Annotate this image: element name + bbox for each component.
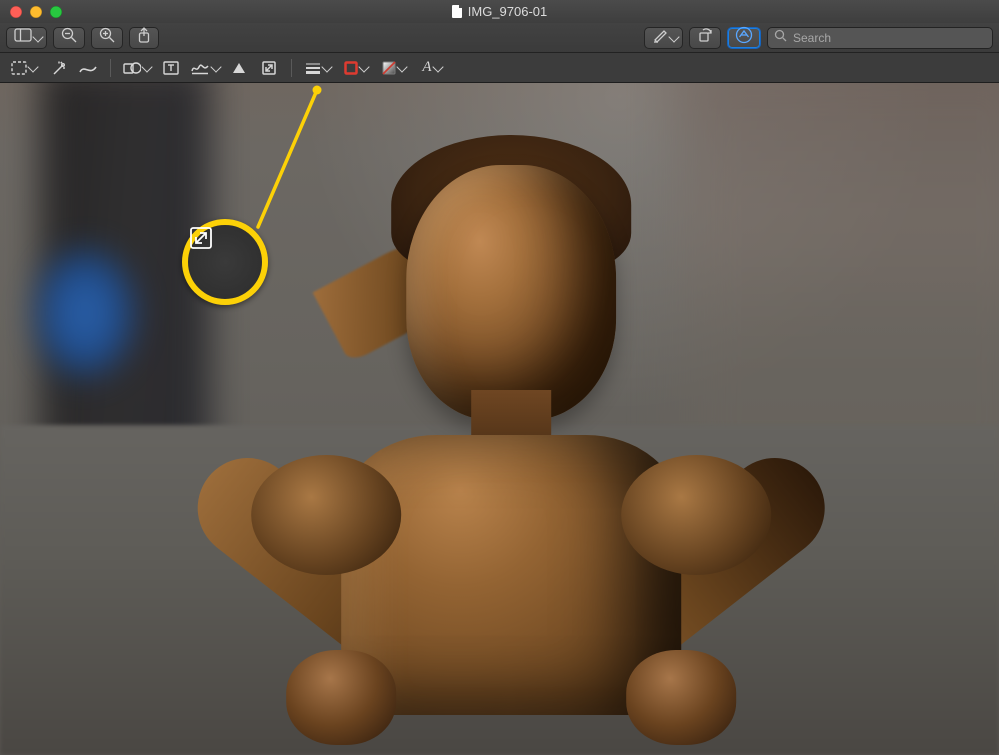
adjust-color-icon xyxy=(231,61,247,75)
search-input[interactable] xyxy=(791,30,986,46)
border-color-icon xyxy=(344,61,358,75)
zoom-out-icon xyxy=(61,27,77,48)
toolbar-separator xyxy=(110,59,111,77)
signature-icon xyxy=(190,61,210,75)
selection-icon xyxy=(11,61,27,75)
toolbar-separator xyxy=(291,59,292,77)
shapes-button[interactable] xyxy=(119,56,155,80)
chevron-down-icon xyxy=(396,61,407,72)
line-style-button[interactable] xyxy=(300,56,336,80)
document-icon xyxy=(452,5,462,18)
share-button[interactable] xyxy=(129,27,159,49)
rotate-button[interactable] xyxy=(689,27,721,49)
adjust-size-button[interactable] xyxy=(255,56,283,80)
chevron-down-icon xyxy=(141,61,152,72)
rotate-icon xyxy=(697,27,713,48)
pencil-icon xyxy=(79,61,97,75)
chevron-down-icon xyxy=(432,61,443,72)
fill-color-button[interactable] xyxy=(376,56,412,80)
line-style-icon xyxy=(305,62,321,74)
search-field[interactable] xyxy=(767,27,993,49)
fill-color-icon xyxy=(382,61,396,75)
sidebar-icon xyxy=(14,28,32,47)
primary-toolbar xyxy=(0,23,999,53)
chevron-down-icon xyxy=(27,61,38,72)
sketch-button[interactable] xyxy=(74,56,102,80)
font-style-icon: A xyxy=(422,59,431,76)
zoom-in-icon xyxy=(99,27,115,48)
adjust-color-button[interactable] xyxy=(225,56,253,80)
share-icon xyxy=(137,27,151,48)
chevron-down-icon xyxy=(321,61,332,72)
magic-wand-icon xyxy=(50,60,66,76)
zoom-in-button[interactable] xyxy=(91,27,123,49)
chevron-down-icon xyxy=(668,31,679,42)
highlight-button[interactable] xyxy=(644,27,683,49)
chevron-down-icon xyxy=(210,61,221,72)
instant-alpha-button[interactable] xyxy=(44,56,72,80)
photo-subject-statue xyxy=(231,105,791,755)
photo-background-blue xyxy=(30,243,140,383)
chevron-down-icon xyxy=(358,61,369,72)
selection-tool-button[interactable] xyxy=(6,56,42,80)
search-icon xyxy=(774,29,787,47)
adjust-size-icon xyxy=(261,60,277,76)
image-canvas[interactable] xyxy=(0,83,999,755)
text-box-icon xyxy=(163,61,179,75)
markup-icon xyxy=(735,26,753,49)
sign-button[interactable] xyxy=(187,56,223,80)
pen-icon xyxy=(652,27,668,48)
chevron-down-icon xyxy=(32,31,43,42)
border-color-button[interactable] xyxy=(338,56,374,80)
markup-toolbar: A xyxy=(0,53,999,83)
text-tool-button[interactable] xyxy=(157,56,185,80)
markup-button[interactable] xyxy=(727,27,761,49)
sidebar-button[interactable] xyxy=(6,27,47,49)
zoom-out-button[interactable] xyxy=(53,27,85,49)
window-title: IMG_9706-01 xyxy=(468,4,548,19)
font-style-button[interactable]: A xyxy=(414,56,450,80)
titlebar: IMG_9706-01 xyxy=(0,0,999,23)
shapes-icon xyxy=(123,61,141,75)
window-title-group: IMG_9706-01 xyxy=(0,0,999,23)
